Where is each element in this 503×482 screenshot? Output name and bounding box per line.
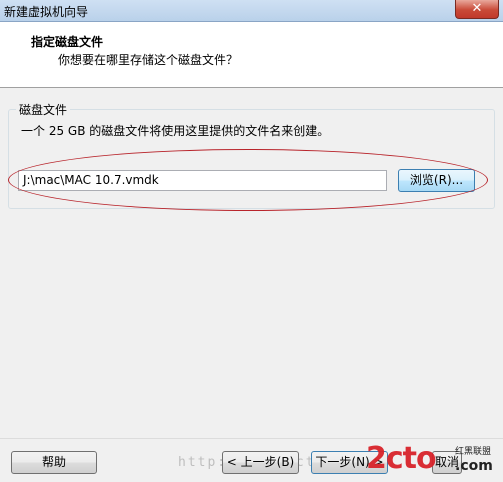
close-icon: ✕	[471, 1, 483, 16]
title-bar: 新建虚拟机向导 ✕	[0, 0, 503, 22]
disk-file-group-label: 磁盘文件	[16, 101, 71, 118]
help-button[interactable]: 帮助	[11, 451, 97, 474]
page-title: 指定磁盘文件	[31, 35, 104, 49]
watermark-site-domain: .com	[455, 458, 493, 474]
wizard-footer: 帮助 http://www.2cto.com < 上一步(B) 下一步(N) >…	[0, 438, 503, 482]
disk-file-description: 一个 25 GB 的磁盘文件将使用这里提供的文件名来创建。	[21, 124, 330, 138]
watermark-site-name: 红黑联盟	[455, 447, 492, 457]
wizard-header: 指定磁盘文件 你想要在哪里存储这个磁盘文件？	[0, 22, 503, 88]
page-subtitle: 你想要在哪里存储这个磁盘文件？	[58, 53, 239, 67]
window-title: 新建虚拟机向导	[4, 5, 89, 19]
wizard-body: 磁盘文件 一个 25 GB 的磁盘文件将使用这里提供的文件名来创建。 J:\ma…	[0, 89, 503, 438]
browse-button[interactable]: 浏览(R)...	[398, 169, 475, 192]
back-button[interactable]: < 上一步(B)	[222, 451, 299, 474]
close-button[interactable]: ✕	[455, 0, 499, 19]
watermark-logo: 2cto	[366, 441, 437, 476]
disk-file-path-input[interactable]: J:\mac\MAC 10.7.vmdk	[18, 170, 387, 191]
